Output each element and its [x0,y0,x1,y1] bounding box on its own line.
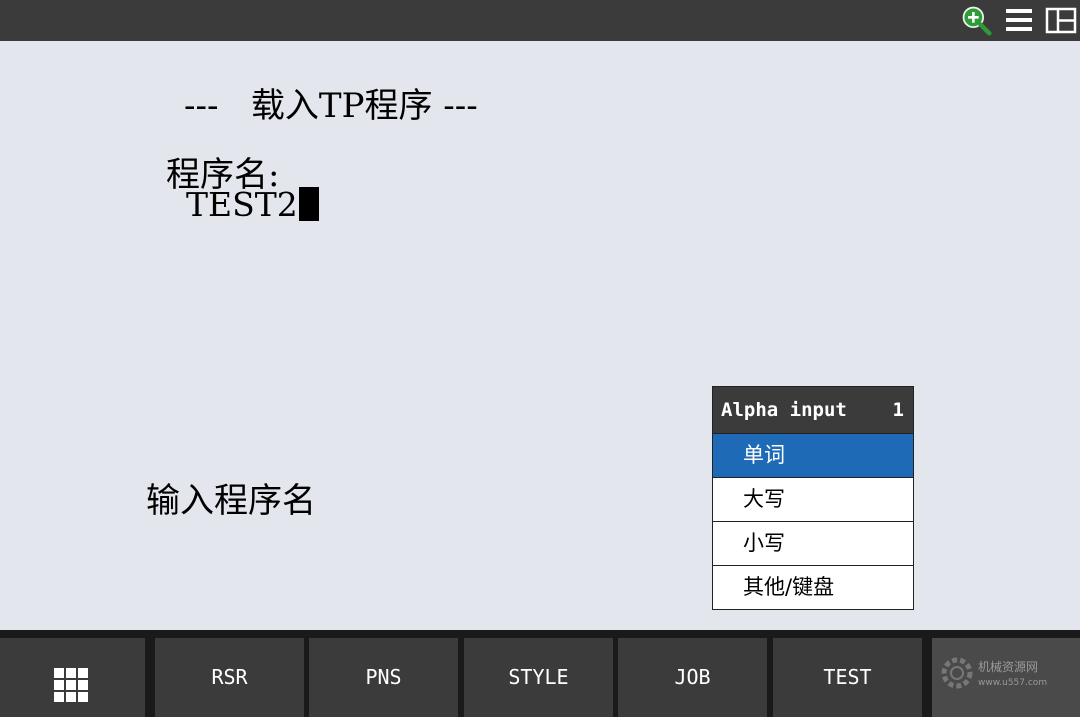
page-title: --- 载入TP程序 --- [184,86,478,126]
f5-button[interactable]: TEST [773,638,922,717]
alpha-input-menu: Alpha input 1 单词 大写 小写 其他/键盘 [712,386,914,610]
f2-button[interactable]: PNS [309,638,458,717]
main-screen: --- 载入TP程序 --- 程序名: TEST2 输入程序名 [0,41,1080,630]
function-key-bar: RSR PNS STYLE JOB TEST 机械资源网 www.u557.co… [0,630,1080,717]
gear-icon [941,657,973,689]
menu-item-other-keyboard[interactable]: 其他/键盘 [713,565,913,609]
f4-button[interactable]: JOB [618,638,767,717]
program-name-value: TEST2 [186,185,298,224]
watermark-text: 机械资源网 [978,660,1039,674]
prompt-message: 输入程序名 [146,481,316,521]
next-button[interactable]: 机械资源网 www.u557.com [932,638,1080,717]
menu-item-uppercase[interactable]: 大写 [713,477,913,521]
grid-menu-icon [54,668,88,702]
alpha-input-header: Alpha input 1 [713,387,913,433]
menu-item-lowercase[interactable]: 小写 [713,521,913,565]
alpha-input-title: Alpha input [721,399,847,421]
alpha-input-number: 1 [892,399,904,421]
grid-menu-button[interactable] [0,638,145,717]
program-name-field[interactable]: TEST2 [186,185,319,224]
top-status-bar [0,0,1080,41]
f3-button[interactable]: STYLE [464,638,613,717]
watermark-logo: 机械资源网 www.u557.com [934,648,1074,708]
zoom-in-icon[interactable] [958,4,994,36]
text-cursor [298,187,319,221]
layout-split-icon[interactable] [1045,4,1077,36]
f1-button[interactable]: RSR [155,638,304,717]
menu-item-word[interactable]: 单词 [713,433,913,477]
menu-icon[interactable] [1005,4,1035,36]
watermark-url: www.u557.com [978,678,1048,688]
